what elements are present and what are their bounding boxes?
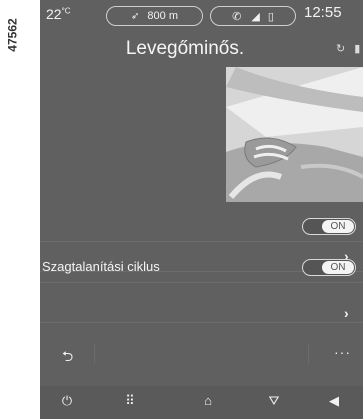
navigation-widget[interactable]: ➶ 800 m — [106, 6, 203, 26]
battery-icon: ▯ — [267, 10, 274, 23]
signal-icon: ◢ — [251, 10, 260, 23]
toolbar-divider — [308, 344, 309, 364]
outside-temperature: 22°C — [46, 6, 71, 22]
chevron-right-icon[interactable]: › — [344, 305, 349, 321]
toolbar-divider — [94, 344, 95, 364]
volume-icon[interactable]: ◀ — [322, 393, 346, 409]
bottom-toolbar: ⮌ ··· — [40, 340, 363, 370]
more-dots-icon[interactable]: ··· — [334, 344, 351, 360]
power-icon[interactable]: ⏻ — [55, 393, 79, 409]
toggle-switch-1[interactable]: ON — [302, 218, 356, 235]
temperature-unit: °C — [61, 6, 71, 16]
toggle-knob: ON — [322, 220, 354, 233]
phone-widget[interactable]: ✆ ◢ ▯ — [210, 6, 296, 26]
apps-grid-icon[interactable]: ⠿ — [118, 393, 142, 409]
toggle-switch-odor[interactable]: ON — [302, 259, 356, 276]
navigation-distance: 800 m — [147, 10, 178, 22]
info-icon[interactable]: ▮ — [354, 43, 360, 55]
home-icon[interactable]: ⌂ — [196, 393, 220, 408]
navigation-icon[interactable]: ⛛ — [262, 393, 286, 409]
settings-row-odor[interactable]: Szagtalanítási ciklus ON — [40, 253, 363, 283]
settings-row-4[interactable]: › — [40, 283, 363, 323]
figure-id: 47562 — [6, 18, 20, 52]
status-bar: 22°C ➶ 800 m ✆ ◢ ▯ 12:55 — [40, 0, 363, 28]
back-arrow-icon[interactable]: ⮌ — [62, 346, 73, 370]
toggle-knob: ON — [322, 261, 354, 274]
refresh-icon[interactable]: ↻ — [336, 43, 345, 55]
phone-icon: ✆ — [232, 10, 242, 23]
infotainment-screen: 22°C ➶ 800 m ✆ ◢ ▯ 12:55 Levegőminős. ↻ … — [40, 0, 363, 419]
navigation-arrow-icon: ➶ — [131, 10, 140, 22]
bottom-dock: ⏻ ⠿ ⌂ ⛛ ◀ — [40, 386, 363, 419]
air-quality-sensor-photo — [226, 67, 363, 202]
row-label-odor-cycle: Szagtalanítási ciklus — [42, 259, 160, 274]
clock: 12:55 — [304, 4, 342, 21]
settings-row-1[interactable]: ON — [40, 212, 363, 242]
title-icons: ↻ ▮ — [336, 42, 360, 55]
page-title: Levegőminős. — [125, 38, 245, 59]
